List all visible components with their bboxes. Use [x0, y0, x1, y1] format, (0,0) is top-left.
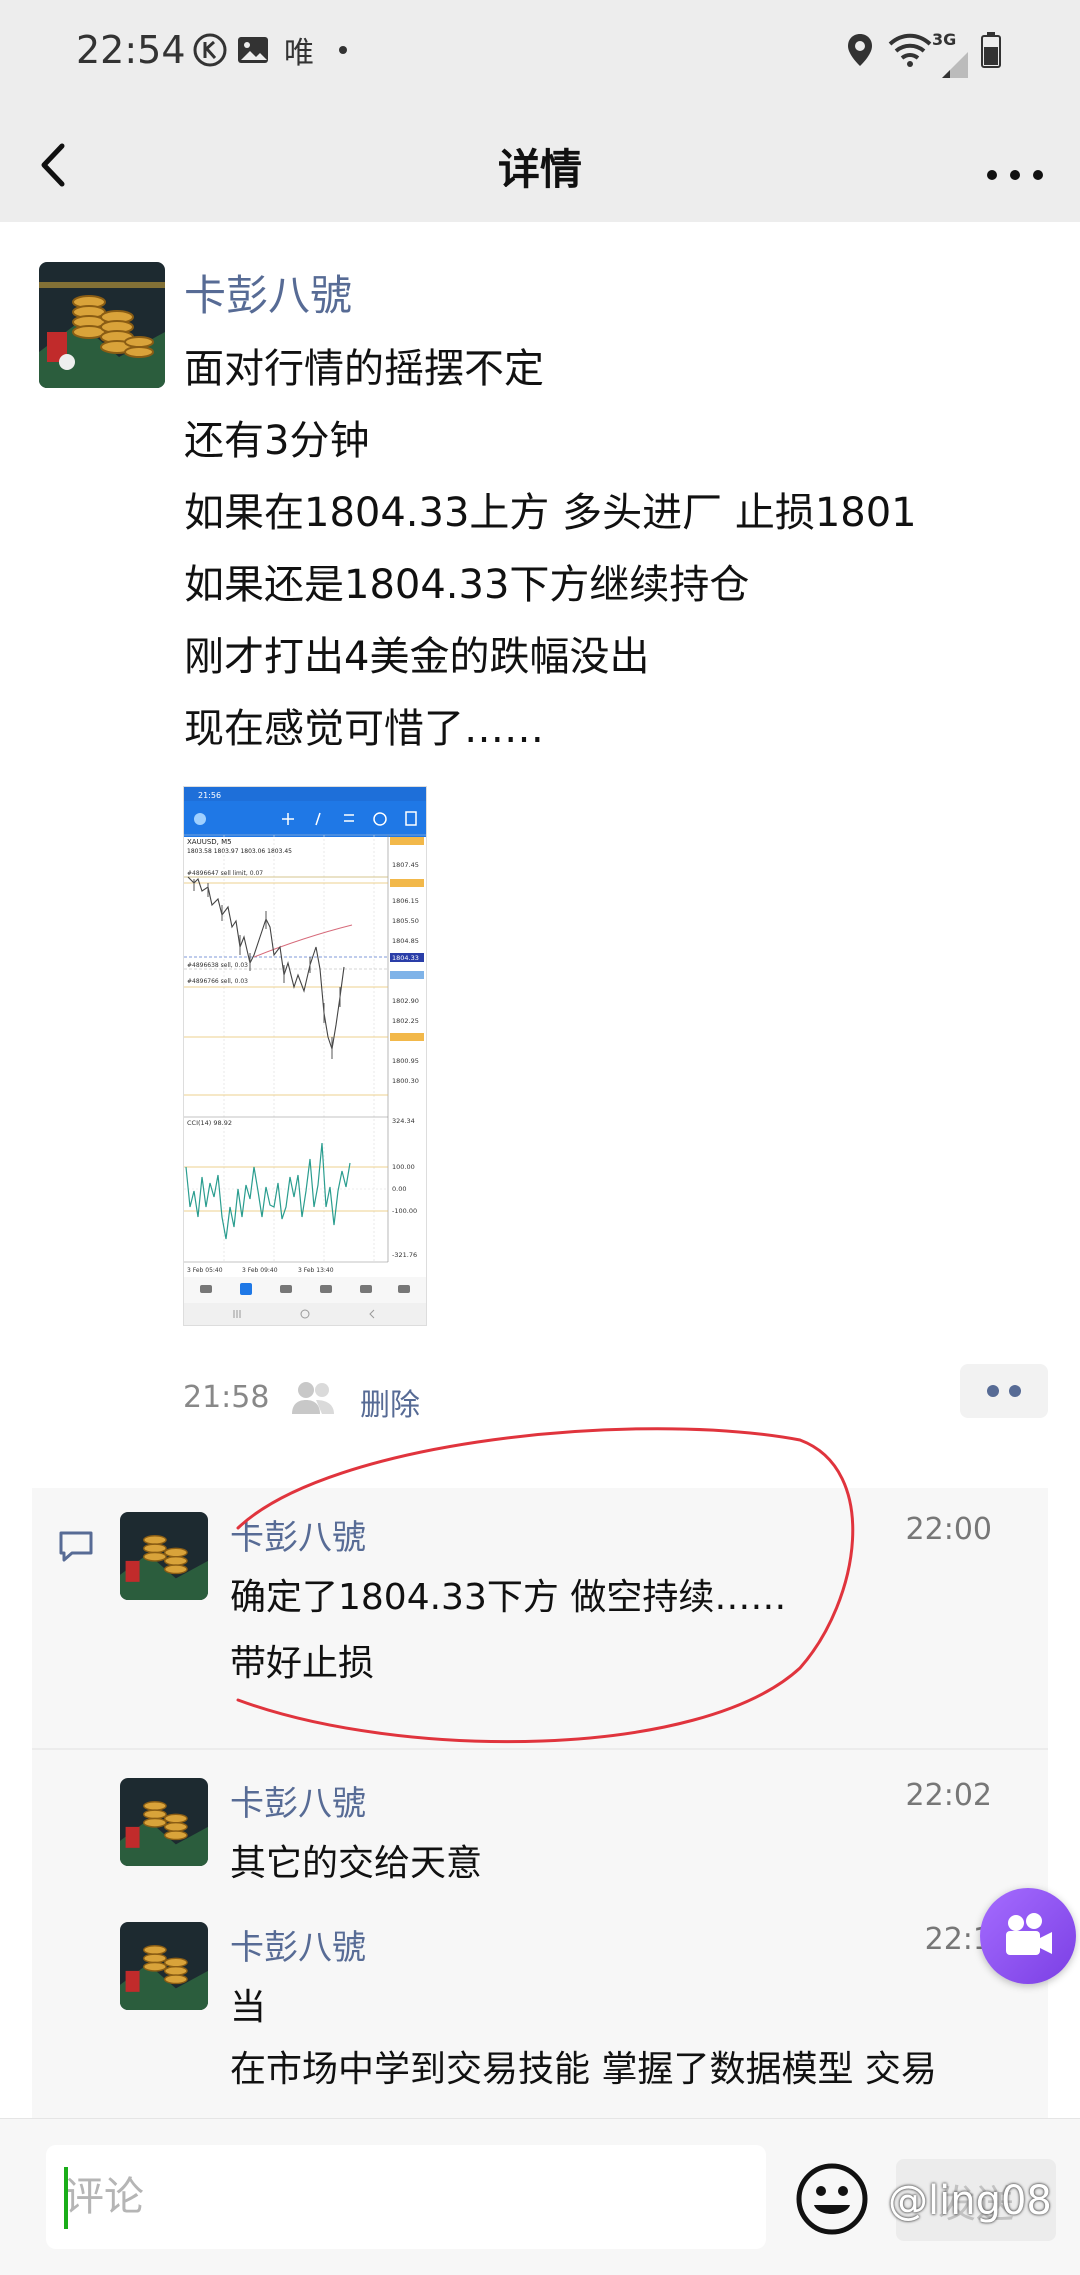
- thumb-current-price: 1804.33: [392, 954, 419, 962]
- post-text-line: 如果还是1804.33下方继续持仓: [184, 562, 750, 608]
- floating-video-button[interactable]: [980, 1888, 1076, 1984]
- comment-avatar[interactable]: [120, 1778, 208, 1866]
- thumb-price: 1800.95: [392, 1057, 419, 1065]
- author-avatar[interactable]: [39, 262, 165, 388]
- comment-avatar[interactable]: [120, 1512, 208, 1600]
- more-dots-icon: [987, 170, 1043, 180]
- comment-author-name[interactable]: 卡彭八號: [230, 1920, 366, 1969]
- thumb-order: #4896647 sell limit, 0.07: [187, 870, 263, 877]
- like-comment-button[interactable]: [960, 1364, 1048, 1418]
- thumb-price: 1804.85: [392, 937, 419, 945]
- carrier-char: 唯: [284, 36, 314, 71]
- thumb-status-time: 21:56: [198, 791, 221, 800]
- comment-divider: [32, 1748, 1048, 1750]
- comment-text-line: 带好止损: [230, 1643, 375, 1684]
- nav-bar: 详情: [0, 110, 1080, 222]
- post-image[interactable]: 21:56 XAUUSD, M5 1803.58 1803.97 1803.06…: [183, 786, 427, 1326]
- thumb-cci-tick: -100.00: [392, 1207, 417, 1215]
- image-icon: [236, 30, 270, 70]
- smiley-icon: [796, 2163, 868, 2235]
- post-text-line: 现在感觉可惜了……: [184, 706, 544, 752]
- thumb-cci-tick: 0.00: [392, 1185, 406, 1193]
- text-cursor: [64, 2167, 68, 2229]
- thumb-order: #4896766 sell, 0.03: [187, 978, 248, 985]
- delete-button[interactable]: 删除: [360, 1380, 420, 1424]
- thumb-price: 1805.50: [392, 917, 419, 925]
- video-camera-icon: [1006, 1913, 1052, 1955]
- dot-icon: [338, 30, 348, 70]
- comment-text-line: 在市场中学到交易技能 掌握了数据模型 交易: [230, 2049, 937, 2090]
- likes-visibility-icon: [290, 1378, 336, 1418]
- comment-icon: [58, 1530, 94, 1564]
- post-text-line: 如果在1804.33上方 多头进厂 止损1801: [184, 490, 917, 536]
- comment-avatar[interactable]: [120, 1922, 208, 2010]
- thumb-price: 1807.45: [392, 861, 419, 869]
- signal-icon: [940, 44, 970, 84]
- thumb-cci-tick: 100.00: [392, 1163, 415, 1171]
- thumb-price: 1802.25: [392, 1017, 419, 1025]
- thumb-price: 1800.30: [392, 1077, 419, 1085]
- post-text-line: 刚才打出4美金的跌幅没出: [184, 634, 650, 680]
- thumb-ohlc: 1803.58 1803.97 1803.06 1803.45: [187, 848, 292, 855]
- thumb-price: 1802.90: [392, 997, 419, 1005]
- comment-text-line: 其它的交给天意: [230, 1843, 483, 1884]
- comment-text-line: 确定了1804.33下方 做空持续……: [230, 1577, 787, 1618]
- battery-icon: [980, 30, 1002, 70]
- page-title: 详情: [497, 145, 582, 194]
- post-text-line: 还有3分钟: [184, 418, 370, 464]
- thumb-indicator: CCI(14) 98.92: [187, 1119, 232, 1127]
- thumb-cci-tick: 324.34: [392, 1117, 415, 1125]
- location-icon: [846, 30, 874, 70]
- wifi-icon: [888, 30, 932, 70]
- comment-text-line: 当: [230, 1987, 267, 2028]
- comment-author-name[interactable]: 卡彭八號: [230, 1776, 366, 1825]
- comment-time: 22:02: [905, 1778, 992, 1813]
- status-bar: 22:54 唯 3G: [0, 0, 1080, 110]
- thumb-x-label: 3 Feb 13:40: [298, 1267, 334, 1274]
- thumb-order: #4896638 sell, 0.03: [187, 962, 248, 969]
- comment-input[interactable]: [46, 2145, 766, 2249]
- thumb-price: 1806.15: [392, 897, 419, 905]
- thumb-symbol: XAUUSD, M5: [187, 838, 232, 846]
- post-time: 21:58: [183, 1380, 270, 1415]
- thumb-x-label: 3 Feb 09:40: [242, 1267, 278, 1274]
- thumb-cci-tick: -321.76: [392, 1251, 417, 1259]
- comment-time: 22:00: [905, 1512, 992, 1547]
- post-text-line: 面对行情的摇摆不定: [184, 346, 544, 392]
- thumb-x-label: 3 Feb 05:40: [187, 1267, 223, 1274]
- k-app-icon: [192, 30, 228, 70]
- watermark: @ling08: [888, 2178, 1052, 2224]
- post-author-name[interactable]: 卡彭八號: [184, 262, 352, 323]
- emoji-button[interactable]: [794, 2161, 870, 2237]
- comment-author-name[interactable]: 卡彭八號: [230, 1510, 366, 1559]
- more-button[interactable]: [980, 130, 1050, 200]
- status-time: 22:54: [76, 28, 186, 72]
